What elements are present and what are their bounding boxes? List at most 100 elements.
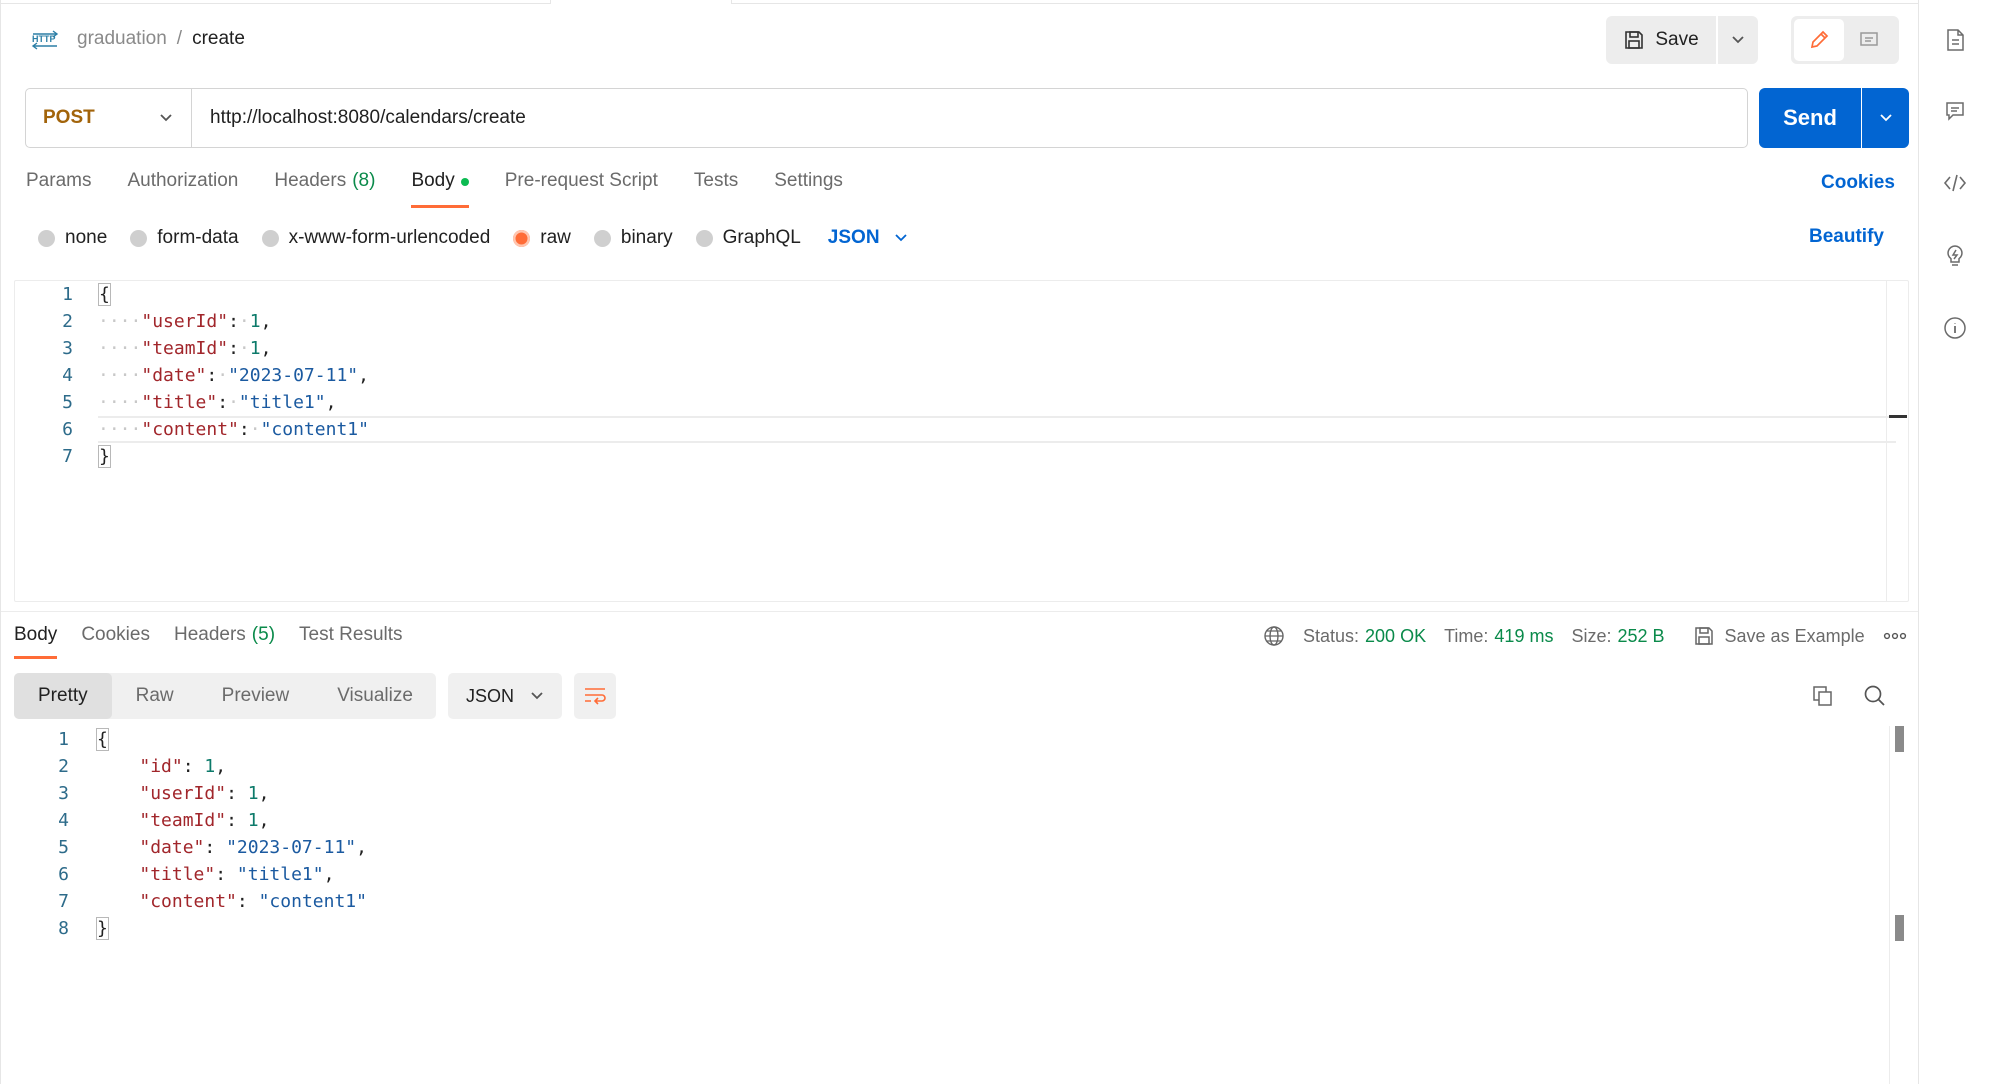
radio-label: binary xyxy=(620,227,673,248)
line-number: 2 xyxy=(58,756,69,777)
save-button[interactable]: Save xyxy=(1606,16,1716,64)
code-token: · xyxy=(238,311,250,332)
response-tab-body[interactable]: Body xyxy=(14,624,58,659)
copy-icon[interactable] xyxy=(1809,682,1837,710)
response-tab-headers[interactable]: Headers (5) xyxy=(174,624,275,659)
radio-none[interactable]: none xyxy=(38,227,107,249)
line-number: 3 xyxy=(62,338,73,359)
info-icon[interactable] xyxy=(1941,314,1969,342)
wrap-lines-button[interactable] xyxy=(574,673,616,719)
globe-icon[interactable] xyxy=(1263,625,1285,647)
json-brace: { xyxy=(98,283,111,306)
line-number: 1 xyxy=(62,284,73,305)
request-tabs: Params Authorization Headers (8) Body Pre… xyxy=(26,170,843,208)
code-token: ···· xyxy=(98,365,142,386)
tab-label: Cookies xyxy=(81,624,150,645)
send-group: Send xyxy=(1759,88,1909,148)
tab-label: Body xyxy=(411,170,455,191)
json-key: "userId" xyxy=(139,783,227,804)
time-label: Time: xyxy=(1444,625,1489,646)
url-input[interactable] xyxy=(192,89,1747,147)
line-number: 4 xyxy=(58,810,69,831)
code-text: ····"date":·"2023-07-11", xyxy=(98,362,369,389)
json-key: "title" xyxy=(139,864,216,885)
size-readout[interactable]: Size: 252 B xyxy=(1571,626,1664,647)
radio-form-data[interactable]: form-data xyxy=(130,227,239,249)
save-options-button[interactable] xyxy=(1718,16,1758,64)
tab-tests[interactable]: Tests xyxy=(694,170,738,208)
json-number: 1 xyxy=(249,311,261,332)
url-bar: POST xyxy=(25,88,1748,148)
send-options-button[interactable] xyxy=(1862,88,1909,148)
body-type-selector: none form-data x-www-form-urlencoded raw… xyxy=(38,226,908,250)
response-tab-cookies[interactable]: Cookies xyxy=(81,624,150,659)
comments-icon[interactable] xyxy=(1941,97,1969,125)
beautify-link[interactable]: Beautify xyxy=(1809,226,1884,248)
code-line: 1{ xyxy=(15,281,1908,308)
code-icon[interactable] xyxy=(1941,169,1969,197)
save-icon xyxy=(1694,627,1713,645)
view-raw[interactable]: Raw xyxy=(112,673,198,719)
json-brace: } xyxy=(96,917,109,940)
lightbulb-icon[interactable] xyxy=(1941,242,1969,270)
code-token: : xyxy=(226,810,248,831)
radio-graphql[interactable]: GraphQL xyxy=(695,227,801,249)
radio-binary[interactable]: binary xyxy=(593,227,673,249)
radio-x-www-form-urlencoded[interactable]: x-www-form-urlencoded xyxy=(261,227,490,249)
response-tab-test-results[interactable]: Test Results xyxy=(299,624,402,659)
json-number: 1 xyxy=(249,338,261,359)
code-token: ···· xyxy=(98,419,142,440)
request-name[interactable]: create xyxy=(192,28,245,50)
json-key: "teamId" xyxy=(141,338,229,359)
body-language-select[interactable]: JSON xyxy=(828,227,908,249)
tab-label: Test Results xyxy=(299,624,403,645)
cookies-link[interactable]: Cookies xyxy=(1821,172,1895,194)
code-line: 2 "id": 1, xyxy=(1,753,1919,780)
more-options-icon[interactable] xyxy=(1883,631,1907,641)
search-icon[interactable] xyxy=(1861,682,1889,710)
search-glyph xyxy=(1864,685,1885,706)
tab-pre-request-script[interactable]: Pre-request Script xyxy=(505,170,658,208)
view-visualize[interactable]: Visualize xyxy=(313,673,437,719)
code-line: 1{ xyxy=(1,726,1919,753)
line-number: 5 xyxy=(58,837,69,858)
save-as-example-button[interactable]: Save as Example xyxy=(1693,625,1865,647)
tab-body[interactable]: Body xyxy=(411,170,470,208)
chevron-down-icon xyxy=(531,692,543,700)
radio-circle xyxy=(38,229,55,247)
tab-params[interactable]: Params xyxy=(26,170,91,208)
divider[interactable] xyxy=(1,611,1919,612)
json-string: "title1" xyxy=(236,864,324,885)
json-string: "2023-07-11" xyxy=(226,837,357,858)
json-key: "content" xyxy=(141,419,239,440)
copy-glyph xyxy=(1813,686,1832,706)
http-icon: HTTP xyxy=(31,30,59,50)
response-body-viewer[interactable]: 1{2 "id": 1, 3 "userId": 1, 4 "teamId": 1,… xyxy=(1,726,1919,1084)
size-label: Size: xyxy=(1571,625,1612,646)
code-text: } xyxy=(96,915,109,942)
method-select[interactable]: POST xyxy=(26,89,192,147)
view-pretty[interactable]: Pretty xyxy=(14,673,112,719)
chevron-down-icon xyxy=(160,114,172,122)
tab-headers[interactable]: Headers (8) xyxy=(274,170,375,208)
view-preview[interactable]: Preview xyxy=(198,673,314,719)
radio-label: none xyxy=(65,227,108,248)
edit-mode-button[interactable] xyxy=(1794,19,1844,61)
tab-settings[interactable]: Settings xyxy=(774,170,843,208)
status-readout[interactable]: Status: 200 OK xyxy=(1303,626,1426,647)
time-readout[interactable]: Time: 419 ms xyxy=(1444,626,1553,647)
response-language-select[interactable]: JSON xyxy=(448,673,562,719)
radio-raw[interactable]: raw xyxy=(513,227,571,249)
code-token: : xyxy=(204,837,227,858)
line-number: 2 xyxy=(62,311,73,332)
comment-mode-button[interactable] xyxy=(1844,19,1894,61)
documentation-icon[interactable] xyxy=(1941,26,1969,54)
save-group: Save xyxy=(1606,16,1758,64)
tab-authorization[interactable]: Authorization xyxy=(127,170,238,208)
request-body-editor[interactable]: 1{2 ····"userId":·1, 3 ····"teamId":·1, 4 ···… xyxy=(14,280,1909,602)
breadcrumb-collection[interactable]: graduation xyxy=(77,28,167,50)
send-button[interactable]: Send xyxy=(1759,88,1861,148)
